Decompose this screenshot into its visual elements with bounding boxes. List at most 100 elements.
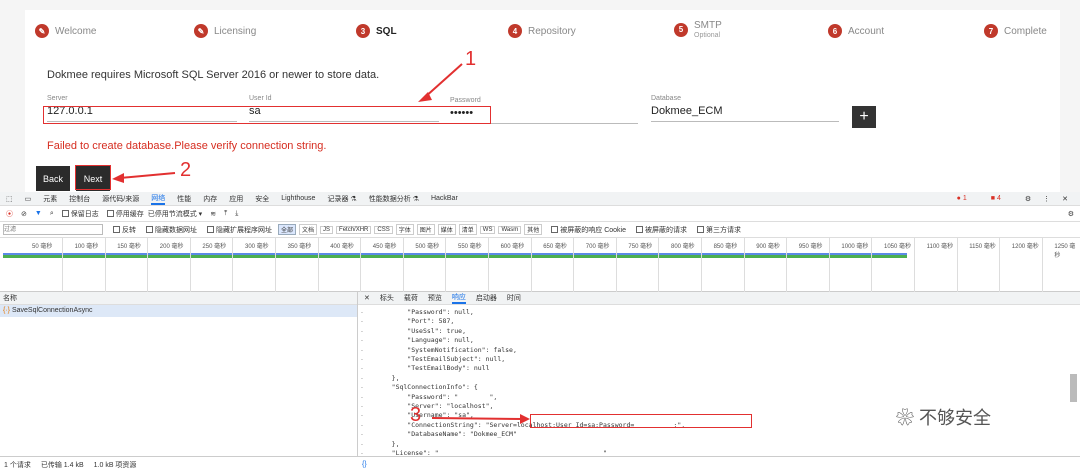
timeline-tick-label: 750 毫秒 <box>628 244 653 250</box>
watermark-text: 不够安全 <box>919 408 992 428</box>
panel-tab[interactable]: 应用 <box>229 194 243 204</box>
wechat-icon: ❀ <box>896 408 914 428</box>
installer-app: ✎ Welcome ✎ Licensing 3 SQL 4 Repository… <box>0 0 1080 192</box>
type-chip[interactable]: WS <box>479 225 496 234</box>
more-icon[interactable]: ⋮ <box>1043 195 1050 203</box>
error-badge[interactable]: ● 1 <box>957 195 979 202</box>
timeline-tick-label: 800 毫秒 <box>671 244 695 250</box>
upload-icon[interactable]: ⤒ <box>224 210 227 218</box>
network-toolbar: ⦿ ⊘ ▼ ⌕ 保留日志 停用缓存 已停用节流模式 ▾ ≋ ⤒ ⤓ ⚙ <box>0 206 1080 222</box>
type-chip[interactable]: 媒体 <box>437 224 456 235</box>
warning-count: 4 <box>996 195 1001 202</box>
preserve-log-label: 保留日志 <box>70 210 99 218</box>
throttle-select[interactable]: 已停用节流模式 ▾ <box>148 209 202 219</box>
download-icon[interactable]: ⤓ <box>235 210 238 218</box>
device-icon[interactable]: ▭ <box>25 195 32 203</box>
close-icon[interactable]: ✕ <box>1062 195 1068 203</box>
blocked-cookie-checkbox[interactable]: 被屏蔽的响应 Cookie <box>551 225 626 235</box>
type-chip[interactable]: Wasm <box>498 225 522 234</box>
panel-tab[interactable]: 控制台 <box>69 194 90 204</box>
disable-cache-label: 停用缓存 <box>115 210 144 218</box>
timeline-tick-label: 1250 毫秒 <box>1054 244 1076 259</box>
wifi-icon[interactable]: ≋ <box>210 210 216 218</box>
panel-tab[interactable]: 元素 <box>43 194 57 204</box>
response-panel: ✕ 标头 载荷 预览 响应 启动器 时间 - - - - - - - - - -… <box>358 292 1080 457</box>
hide-ext-checkbox[interactable]: 隐藏扩展程序网址 <box>207 225 272 235</box>
request-list: 名称 {·} SaveSqlConnectionAsync <box>0 292 358 456</box>
warning-badge[interactable]: ■ 4 <box>991 195 1013 202</box>
type-chip[interactable]: 其他 <box>524 224 543 235</box>
timeline-gridline <box>104 238 106 292</box>
gear-icon[interactable]: ⚙ <box>1025 195 1031 203</box>
timeline-tick-label: 250 毫秒 <box>202 244 227 250</box>
timeline-bar <box>3 255 907 258</box>
type-chip[interactable]: CSS <box>374 225 393 234</box>
annotation-number-2: 2 <box>180 159 192 181</box>
annotation-arrows <box>112 63 463 183</box>
third-party-label: 第三方请求 <box>706 226 741 234</box>
timeline-gridline <box>189 238 191 292</box>
type-chip[interactable]: Fetch/XHR <box>336 225 372 234</box>
scrollbar-thumb[interactable] <box>1070 374 1077 402</box>
filter-icon[interactable]: ▼ <box>35 210 42 217</box>
request-name: SaveSqlConnectionAsync <box>11 307 93 314</box>
blocked-request-checkbox[interactable]: 被屏蔽的请求 <box>636 225 687 235</box>
type-chip[interactable]: 字体 <box>395 224 414 235</box>
panel-tab[interactable]: 性能 <box>177 194 191 204</box>
timeline-bar-blue <box>3 253 907 255</box>
request-row[interactable]: {·} SaveSqlConnectionAsync <box>0 305 357 317</box>
timeline-tick-label: 900 毫秒 <box>756 244 780 250</box>
timeline-gridline <box>999 238 1001 292</box>
panel-tab[interactable]: 内存 <box>203 194 217 204</box>
panel-tab[interactable]: 安全 <box>255 194 269 204</box>
timeline-tick-label: 1050 毫秒 <box>884 244 912 250</box>
timeline-tick-label: 350 毫秒 <box>287 244 312 250</box>
panel-tab[interactable]: 源代码/来源 <box>102 194 139 204</box>
type-chip[interactable]: 文档 <box>299 224 318 235</box>
blocked-request-label: 被屏蔽的请求 <box>645 226 687 234</box>
timeline-tick-label: 550 毫秒 <box>458 244 482 250</box>
disable-cache-checkbox[interactable]: 停用缓存 <box>106 209 144 219</box>
filter-input[interactable] <box>3 224 103 235</box>
preserve-log-checkbox[interactable]: 保留日志 <box>61 209 99 219</box>
settings-icon[interactable]: ⚙ <box>1068 210 1074 218</box>
network-timeline[interactable]: 50 毫秒 100 毫秒 150 毫秒 200 毫秒 250 毫秒 300 毫秒 350 毫… <box>0 238 1080 292</box>
panel-tab-network[interactable]: 网络 <box>151 193 166 205</box>
timeline-tick-label: 450 毫秒 <box>372 244 397 250</box>
third-party-checkbox[interactable]: 第三方请求 <box>697 225 741 235</box>
timeline-tick-label: 850 毫秒 <box>713 244 738 250</box>
annotation-number-1: 1 <box>465 48 477 70</box>
timeline-tick-label: 150 毫秒 <box>117 244 141 250</box>
search-icon[interactable]: ⌕ <box>50 210 54 218</box>
timeline-gridline <box>232 238 234 292</box>
name-column-header[interactable]: 名称 <box>0 292 357 305</box>
hide-ext-label: 隐藏扩展程序网址 <box>216 226 272 234</box>
timeline-gridline <box>573 238 575 292</box>
devtools: ⬚ ▭ 元素 控制台 源代码/来源 网络 性能 内存 应用 安全 Lightho… <box>0 192 1080 472</box>
type-chip[interactable]: 清单 <box>458 224 477 235</box>
pretty-print-icon[interactable]: {} <box>362 461 367 468</box>
timeline-gridline <box>701 238 702 292</box>
panel-tab[interactable]: HackBar <box>431 195 458 202</box>
type-chip[interactable]: JS <box>320 225 334 234</box>
timeline-gridline <box>275 238 276 292</box>
timeline-gridline <box>62 238 63 292</box>
timeline-tick-label: 650 毫秒 <box>543 244 567 250</box>
annotation-number-3: 3 <box>410 404 422 426</box>
panel-tab[interactable]: 记录器 ⚗ <box>327 194 356 204</box>
inspect-icon[interactable]: ⬚ <box>6 195 13 203</box>
type-chip[interactable]: 图片 <box>416 224 435 235</box>
panel-tab[interactable]: Lighthouse <box>281 195 315 202</box>
filter-bar: 反转 隐藏数据网址 隐藏扩展程序网址 全部 文档 JS Fetch/XHR CS… <box>0 222 1080 238</box>
timeline-tick-label: 500 毫秒 <box>415 244 440 250</box>
timeline-tick-label: 1000 毫秒 <box>841 244 869 250</box>
invert-checkbox[interactable]: 反转 <box>113 225 136 235</box>
invert-label: 反转 <box>122 226 136 234</box>
type-chip[interactable]: 全部 <box>278 224 297 235</box>
clear-icon[interactable]: ⊘ <box>21 210 27 218</box>
panel-tab[interactable]: 性能数据分析 ⚗ <box>369 194 419 204</box>
hide-data-checkbox[interactable]: 隐藏数据网址 <box>146 225 197 235</box>
record-icon[interactable]: ⦿ <box>6 209 13 219</box>
hide-data-label: 隐藏数据网址 <box>155 226 197 234</box>
blocked-cookie-label: 被屏蔽的响应 Cookie <box>560 226 626 234</box>
